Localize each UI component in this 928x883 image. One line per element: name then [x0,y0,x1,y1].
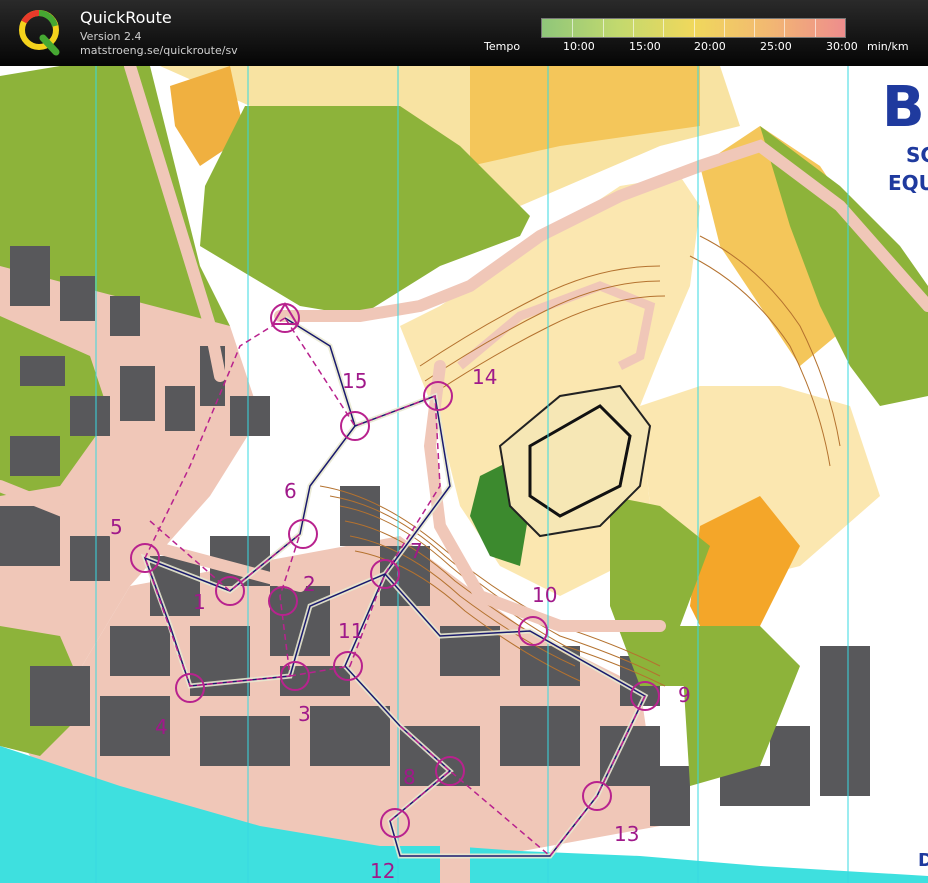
map-title-line: EQU [888,171,928,195]
tempo-scale-divider [632,19,634,37]
tempo-scale-divider [754,19,756,37]
map-title-letter: B [882,75,925,140]
control-number-11: 11 [338,619,363,643]
tempo-scale-divider [723,19,725,37]
map-title-line: SC [906,143,928,167]
map-title-line: D [918,850,928,871]
control-number-1: 1 [193,590,206,614]
tempo-tick: 20:00 [694,40,726,53]
tempo-tick: 25:00 [760,40,792,53]
tempo-tick: 15:00 [629,40,661,53]
header-bar: QuickRoute Version 2.4 matstroeng.se/qui… [0,0,928,66]
tempo-scale-divider [602,19,604,37]
tempo-tick: 10:00 [563,40,595,53]
control-number-12: 12 [370,859,395,883]
control-number-7: 7 [410,539,423,563]
tempo-label: Tempo [484,40,521,53]
tempo-scale-divider [784,19,786,37]
tempo-scale-divider [814,19,816,37]
control-number-3: 3 [298,702,311,726]
control-number-2: 2 [303,572,316,596]
control-number-15: 15 [342,369,367,393]
control-number-5: 5 [110,515,123,539]
control-number-10: 10 [532,583,557,607]
tempo-scale-divider [572,19,574,37]
tempo-color-scale [541,18,846,38]
tempo-scale-divider [693,19,695,37]
tempo-tick: 30:00 [826,40,858,53]
control-number-6: 6 [284,479,297,503]
control-number-13: 13 [614,822,639,846]
quickroute-window: QuickRoute Version 2.4 matstroeng.se/qui… [0,0,928,883]
control-number-4: 4 [155,715,168,739]
app-url: matstroeng.se/quickroute/sv [80,44,238,57]
bridge [440,836,470,883]
tempo-scale-divider [663,19,665,37]
orienteering-map[interactable]: 1 2 3 4 5 6 7 8 9 10 11 12 13 14 15 B SC… [0,66,928,883]
control-number-8: 8 [403,765,416,789]
app-title: QuickRoute [80,8,172,27]
tempo-unit: min/km [867,40,909,53]
map-canvas: 1 2 3 4 5 6 7 8 9 10 11 12 13 14 15 B SC… [0,66,928,883]
app-version: Version 2.4 [80,30,142,43]
control-number-14: 14 [472,365,497,389]
control-number-9: 9 [678,683,691,707]
quickroute-logo-icon [19,10,60,56]
